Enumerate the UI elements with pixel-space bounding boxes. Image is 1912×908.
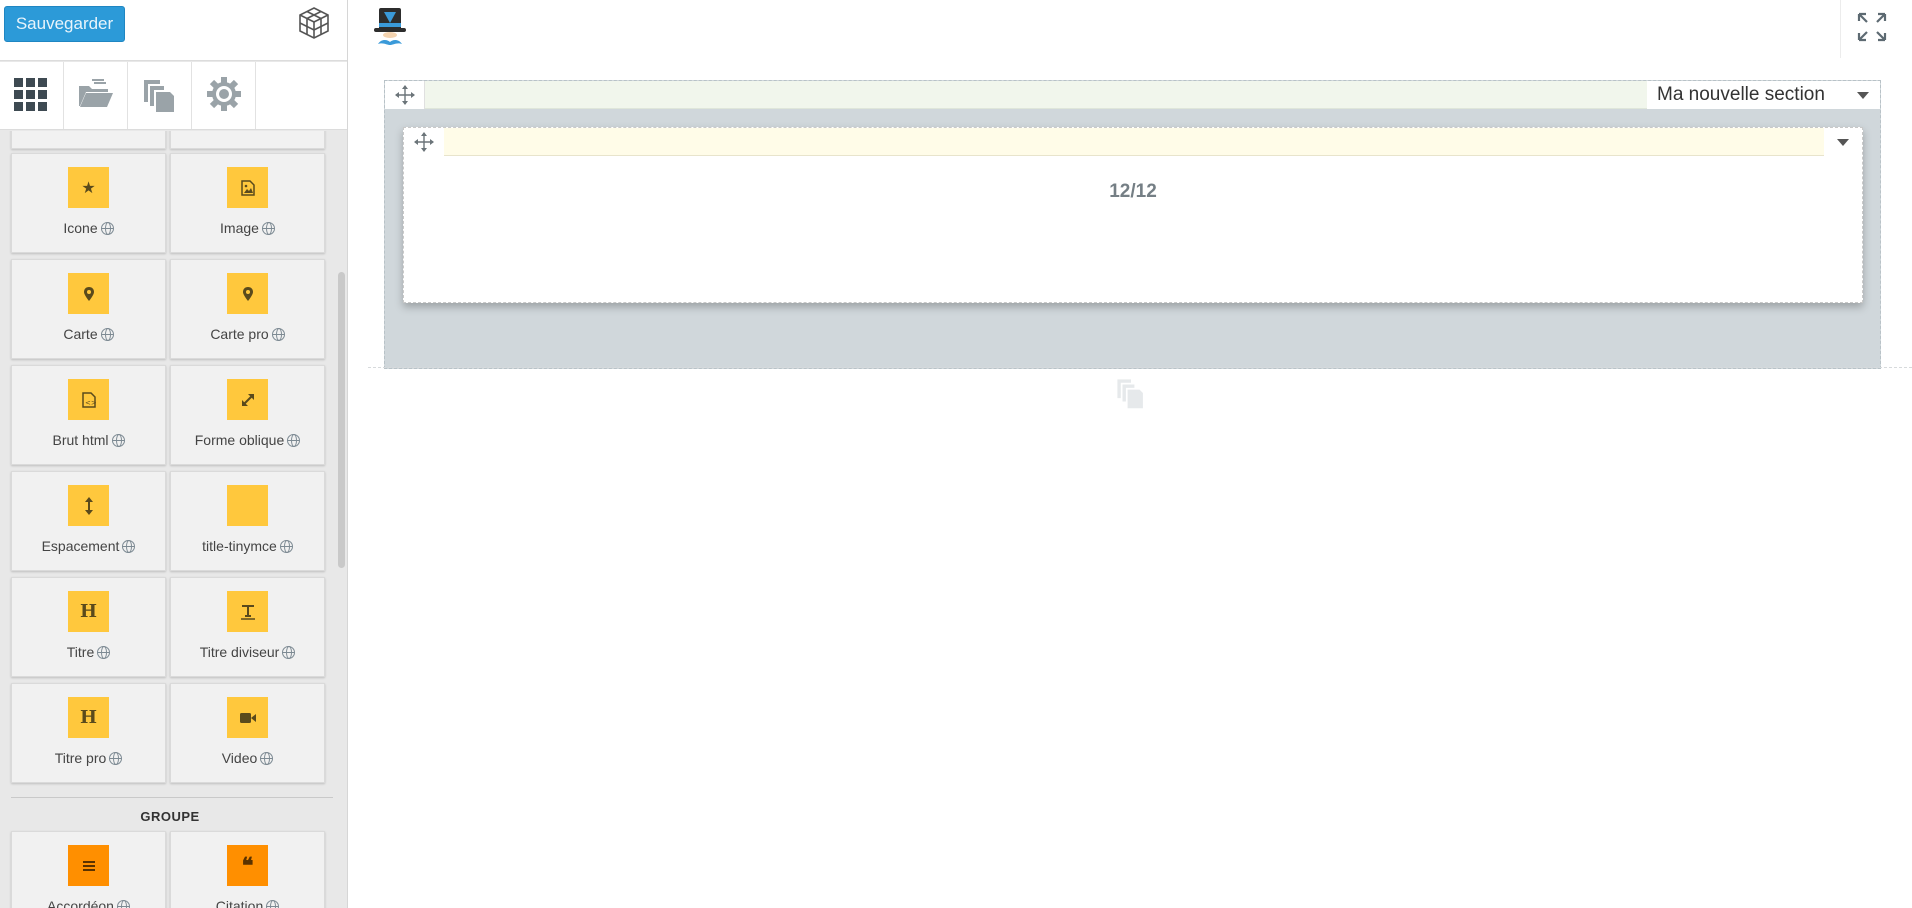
- grid-icon: [14, 78, 47, 111]
- tab-settings[interactable]: [192, 62, 256, 129]
- widget-label: Carte: [63, 326, 98, 342]
- widget-label: Espacement: [41, 538, 120, 554]
- section-row[interactable]: 12/12: [403, 127, 1863, 303]
- expand-fullscreen-icon: [1857, 12, 1887, 42]
- move-arrows-icon: [395, 85, 415, 105]
- star-icon: ★: [68, 167, 109, 208]
- globe-icon: [287, 434, 301, 447]
- widget-video[interactable]: Video: [170, 683, 325, 783]
- globe-icon: [111, 434, 125, 447]
- folder-open-icon: [79, 79, 113, 107]
- widget-titre-diviseur[interactable]: Titre diviseur: [170, 577, 325, 677]
- widget-label: Titre diviseur: [199, 644, 280, 660]
- fullscreen-button[interactable]: [1840, 0, 1912, 58]
- widget-citation[interactable]: ❝ Citation: [170, 831, 325, 908]
- globe-icon: [100, 328, 114, 341]
- html-file-icon: <>: [68, 379, 109, 420]
- save-button[interactable]: Sauvegarder: [4, 6, 125, 42]
- widget-label: Accordéon: [47, 898, 114, 908]
- map-marker-icon: [227, 273, 268, 314]
- canvas-topbar: [348, 0, 1912, 62]
- map-marker-icon: [68, 273, 109, 314]
- vertical-spacing-icon: [68, 485, 109, 526]
- sidebar-header: Sauvegarder: [0, 0, 347, 61]
- section-move-handle[interactable]: [385, 81, 425, 109]
- widget-label: Titre: [66, 644, 95, 660]
- widget-titre-pro[interactable]: H Titre pro: [11, 683, 166, 783]
- widget-label: Forme oblique: [194, 432, 285, 448]
- globe-icon: [100, 222, 114, 235]
- widget-title-tinymce[interactable]: title-tinymce: [170, 471, 325, 571]
- globe-icon: [282, 646, 296, 659]
- globe-icon: [97, 646, 111, 659]
- section-header: Ma nouvelle section: [385, 81, 1880, 109]
- blank-icon: [227, 485, 268, 526]
- widget-carte-pro[interactable]: Carte pro: [170, 259, 325, 359]
- logo-magician-hat-icon: [374, 8, 406, 45]
- section-name-select[interactable]: Ma nouvelle section: [1647, 81, 1880, 109]
- widget-label: Brut html: [52, 432, 109, 448]
- widget-label: Citation: [215, 898, 264, 908]
- cube-icon[interactable]: [296, 5, 332, 41]
- title-divider-icon: [227, 591, 268, 632]
- widget-card[interactable]: [170, 131, 325, 149]
- globe-icon: [266, 900, 280, 908]
- heading-icon: H: [68, 591, 109, 632]
- section-drop-line: [368, 367, 1912, 368]
- widget-image[interactable]: Image: [170, 153, 325, 253]
- sidebar-tabs: [0, 62, 347, 130]
- gear-icon: [207, 77, 241, 111]
- tab-pages[interactable]: [128, 62, 192, 129]
- group-divider: [11, 797, 333, 798]
- widget-label: Titre pro: [54, 750, 107, 766]
- chevron-down-icon: [1837, 139, 1849, 146]
- globe-icon: [271, 328, 285, 341]
- widget-label: Carte pro: [210, 326, 269, 342]
- row-move-handle[interactable]: [404, 128, 444, 156]
- widget-label: Icone: [63, 220, 98, 236]
- widget-label: Image: [220, 220, 259, 236]
- globe-icon: [109, 752, 123, 765]
- copy-pages-icon: [144, 80, 174, 112]
- widget-icone[interactable]: ★ Icone: [11, 153, 166, 253]
- widget-forme-oblique[interactable]: Forme oblique: [170, 365, 325, 465]
- list-icon: [68, 845, 109, 886]
- globe-icon: [260, 752, 274, 765]
- widget-espacement[interactable]: Espacement: [11, 471, 166, 571]
- row-options-dropdown[interactable]: [1824, 128, 1862, 156]
- globe-icon: [279, 540, 293, 553]
- builder-canvas-area: Ma nouvelle section 12/12: [348, 0, 1912, 908]
- widget-accordeon[interactable]: Accordéon: [11, 831, 166, 908]
- group-title: GROUPE: [140, 809, 200, 824]
- image-icon: [227, 167, 268, 208]
- column-size-label: 12/12: [1109, 181, 1157, 202]
- chevron-down-icon: [1857, 92, 1869, 99]
- widget-label: title-tinymce: [202, 538, 277, 554]
- page-section[interactable]: Ma nouvelle section 12/12: [384, 80, 1881, 369]
- tab-widgets[interactable]: [0, 62, 64, 129]
- widget-titre[interactable]: H Titre: [11, 577, 166, 677]
- expand-diagonal-icon: [227, 379, 268, 420]
- row-header: [404, 128, 1862, 156]
- globe-icon: [261, 222, 275, 235]
- globe-icon: [116, 900, 130, 908]
- section-name: Ma nouvelle section: [1657, 84, 1825, 105]
- heading-icon: H: [68, 697, 109, 738]
- quote-icon: ❝: [227, 845, 268, 886]
- builder-sidebar: Sauvegarder ★ Icone Image Carte Carte pr…: [0, 0, 348, 908]
- widget-brut-html[interactable]: <> Brut html: [11, 365, 166, 465]
- svg-text:<>: <>: [85, 399, 96, 407]
- widget-list[interactable]: ★ Icone Image Carte Carte pro <> Brut ht…: [0, 131, 347, 908]
- widget-card[interactable]: [11, 131, 166, 149]
- move-arrows-icon: [414, 132, 434, 152]
- widget-carte[interactable]: Carte: [11, 259, 166, 359]
- video-camera-icon: [227, 697, 268, 738]
- globe-icon: [122, 540, 136, 553]
- tab-folders[interactable]: [64, 62, 128, 129]
- sidebar-scrollbar[interactable]: [338, 272, 345, 568]
- add-section-pages-icon[interactable]: [1114, 376, 1148, 410]
- widget-label: Video: [221, 750, 258, 766]
